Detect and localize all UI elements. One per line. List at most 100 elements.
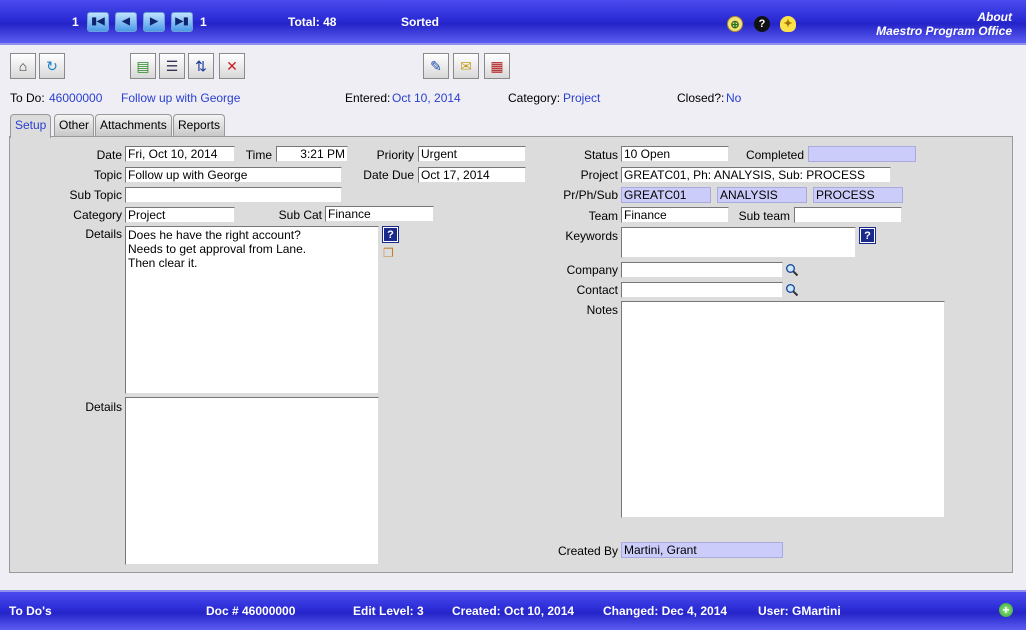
app-window: 1 ▮◀ ◀ ▶ ▶▮ 1 Total: 48 Sorted ⊕ ? ✦ Abo…	[0, 0, 1026, 630]
tab-other[interactable]: Other	[54, 114, 95, 136]
company-search-icon[interactable]	[785, 263, 799, 277]
sub-team-field[interactable]	[794, 207, 902, 223]
zoom-icon[interactable]: ⊕	[727, 16, 743, 32]
category-summary-value: Project	[563, 91, 601, 105]
edit-button[interactable]: ✎	[423, 53, 449, 79]
priority-label: Priority	[376, 148, 414, 162]
keywords-field[interactable]	[621, 227, 856, 258]
time-label: Time	[245, 148, 272, 162]
topic-field[interactable]: Follow up with George	[125, 167, 342, 183]
tab-setup[interactable]: Setup	[10, 114, 52, 138]
topic-label: Topic	[93, 168, 122, 182]
created-date: Created: Oct 10, 2014	[452, 604, 575, 618]
sub-team-label: Sub team	[738, 209, 790, 223]
top-bar: 1 ▮◀ ◀ ▶ ▶▮ 1 Total: 48 Sorted ⊕ ? ✦ Abo…	[0, 0, 1026, 45]
todo-title: Follow up with George	[121, 91, 241, 105]
sort-icon: ⇅	[195, 58, 207, 74]
delete-icon: ✕	[226, 58, 238, 74]
user-name: User: GMartini	[758, 604, 841, 618]
previous-record-icon[interactable]: ◀	[115, 12, 137, 32]
project-label: Project	[580, 168, 618, 182]
tab-attachments[interactable]: Attachments	[95, 114, 172, 136]
delete-record-button[interactable]: ✕	[219, 53, 245, 79]
home-icon: ⌂	[18, 58, 28, 74]
created-by-field: Martini, Grant	[621, 542, 783, 558]
list-icon: ☰	[165, 58, 179, 74]
company-label: Company	[566, 263, 618, 277]
details-textarea[interactable]: Does he have the right account? Needs to…	[125, 226, 379, 394]
app-name: Maestro Program Office	[876, 24, 1012, 38]
category-summary-label: Category:	[508, 91, 561, 105]
completed-label: Completed	[745, 148, 804, 162]
created-by-label: Created By	[557, 544, 618, 558]
record-total-count: 1	[200, 15, 207, 29]
edit-level: Edit Level: 3	[353, 604, 424, 618]
tab-reports[interactable]: Reports	[173, 114, 226, 136]
keywords-help-icon[interactable]: ?	[859, 227, 876, 244]
refresh-icon: ↻	[46, 58, 58, 74]
about-link[interactable]: About	[977, 10, 1012, 24]
sorted-indicator: Sorted	[401, 15, 440, 29]
lightbulb-icon[interactable]: ✦	[780, 16, 796, 32]
notes-label: Notes	[586, 303, 618, 317]
new-record-button[interactable]: ▤	[130, 53, 156, 79]
sub-topic-label: Sub Topic	[69, 188, 122, 202]
priority-field[interactable]: Urgent	[418, 146, 526, 162]
todo-label: To Do:	[10, 91, 45, 105]
details-line: Does he have the right account?	[128, 228, 301, 242]
list-view-button[interactable]: ☰	[159, 53, 185, 79]
next-record-icon[interactable]: ▶	[143, 12, 165, 32]
details-help-icon[interactable]: ?	[382, 226, 399, 243]
status-field[interactable]: 10 Open	[621, 146, 729, 162]
date-due-field[interactable]: Oct 17, 2014	[418, 167, 526, 183]
edit-icon: ✎	[430, 58, 442, 74]
doc-number: Doc # 46000000	[206, 604, 296, 618]
date-due-label: Date Due	[363, 168, 414, 182]
notes-icon: ✉	[460, 58, 472, 74]
home-button[interactable]: ⌂	[10, 53, 36, 79]
notes-textarea[interactable]	[621, 301, 945, 518]
sub-cat-field[interactable]: Finance	[325, 206, 434, 222]
total-count: Total: 48	[288, 15, 337, 29]
pr-field: GREATC01	[621, 187, 711, 203]
details2-label: Details	[85, 400, 122, 414]
sort-button[interactable]: ⇅	[188, 53, 214, 79]
sub-topic-field[interactable]	[125, 187, 342, 203]
keywords-label: Keywords	[565, 229, 618, 243]
first-record-icon[interactable]: ▮◀	[87, 12, 109, 32]
closed-value: No	[726, 91, 742, 105]
date-field[interactable]: Fri, Oct 10, 2014	[125, 146, 235, 162]
ph-field: ANALYSIS	[717, 187, 807, 203]
date-label: Date	[96, 148, 122, 162]
project-field[interactable]: GREATC01, Ph: ANALYSIS, Sub: PROCESS	[621, 167, 891, 183]
details-label: Details	[85, 227, 122, 241]
help-icon[interactable]: ?	[754, 16, 770, 32]
status-label: Status	[583, 148, 618, 162]
prphsub-label: Pr/Ph/Sub	[563, 188, 618, 202]
add-icon[interactable]: +	[999, 603, 1013, 617]
contact-search-icon[interactable]	[785, 283, 799, 297]
calendar-icon: ▦	[490, 58, 504, 74]
clipboard-icon[interactable]: ❐	[383, 246, 397, 260]
calendar-button[interactable]: ▦	[484, 53, 510, 79]
details2-textarea[interactable]	[125, 397, 379, 565]
category-label: Category	[73, 208, 122, 222]
notes-button[interactable]: ✉	[453, 53, 479, 79]
last-record-icon[interactable]: ▶▮	[171, 12, 193, 32]
entered-value: Oct 10, 2014	[392, 91, 461, 105]
contact-label: Contact	[576, 283, 618, 297]
contact-field[interactable]	[621, 282, 783, 298]
category-field[interactable]: Project	[125, 207, 235, 223]
record-current: 1	[72, 15, 79, 29]
changed-date: Changed: Dec 4, 2014	[603, 604, 728, 618]
time-field[interactable]: 3:21 PM	[276, 146, 348, 162]
sub-cat-label: Sub Cat	[278, 208, 322, 222]
completed-field	[808, 146, 916, 162]
new-record-icon: ▤	[136, 58, 150, 74]
refresh-button[interactable]: ↻	[39, 53, 65, 79]
module-name: To Do's	[9, 604, 52, 618]
details-line: Needs to get approval from Lane.	[128, 242, 307, 256]
todo-number: 46000000	[49, 91, 103, 105]
team-field[interactable]: Finance	[621, 207, 729, 223]
company-field[interactable]	[621, 262, 783, 278]
